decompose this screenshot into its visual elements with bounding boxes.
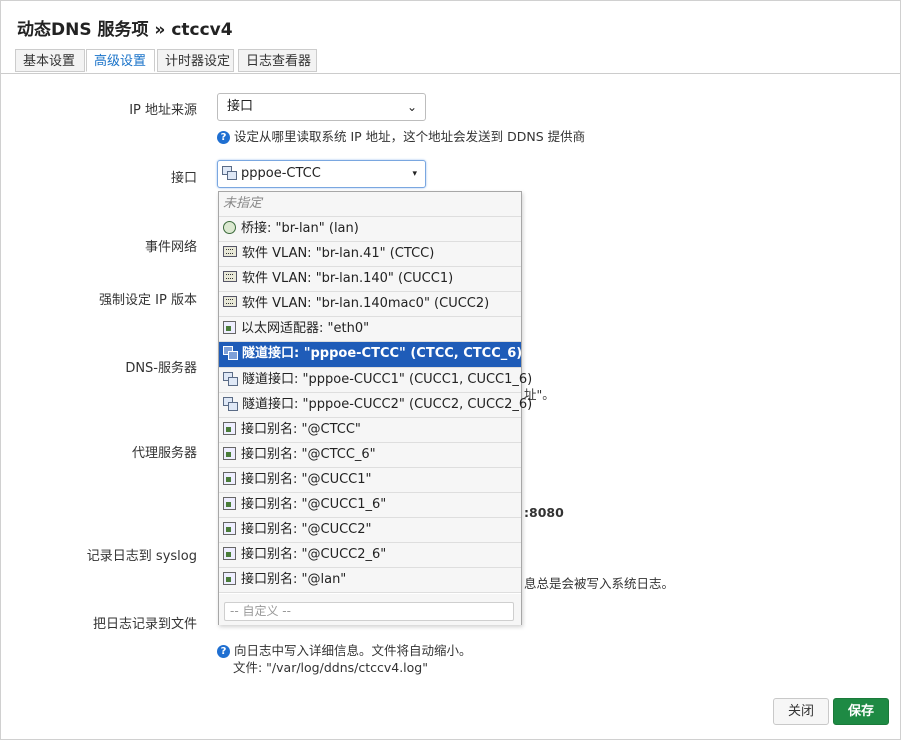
dropdown-option[interactable]: 桥接: "br-lan" (lan): [219, 217, 521, 242]
event-network-label: 事件网络: [144, 240, 197, 255]
logfile-label: 把日志记录到文件: [92, 617, 197, 632]
vlan-icon: [223, 246, 237, 257]
proxy-help-fragment: :8080: [524, 505, 564, 520]
dropdown-option[interactable]: 隧道接口: "pppoe-CUCC1" (CUCC1, CUCC1_6): [219, 368, 532, 393]
ip-source-select[interactable]: 接口 ⌄: [217, 93, 426, 121]
dropdown-option-unspecified[interactable]: 未指定: [219, 192, 521, 217]
ethernet-icon: [223, 321, 236, 334]
dropdown-option[interactable]: 软件 VLAN: "br-lan.140mac0" (CUCC2): [219, 292, 521, 317]
dropdown-option[interactable]: 接口别名: "@CTCC": [219, 418, 521, 443]
close-button[interactable]: 关闭: [773, 698, 829, 725]
tab-log-viewer[interactable]: 日志查看器: [238, 49, 317, 72]
vlan-icon: [223, 296, 237, 307]
interface-value: pppoe-CTCC: [241, 166, 321, 181]
syslog-label: 记录日志到 syslog: [86, 549, 197, 564]
dropdown-option[interactable]: 接口别名: "@CUCC2": [219, 518, 521, 543]
alias-icon: [223, 547, 236, 560]
dropdown-option[interactable]: 软件 VLAN: "br-lan.41" (CTCC): [219, 242, 521, 267]
syslog-help-fragment: 息总是会被写入系统日志。: [524, 576, 675, 591]
interface-select[interactable]: pppoe-CTCC ▾: [217, 160, 426, 188]
vlan-icon: [223, 271, 237, 282]
tunnel-icon: [223, 397, 238, 411]
proxy-server-label: 代理服务器: [131, 446, 197, 461]
dropdown-option[interactable]: 以太网适配器: "eth0": [219, 317, 521, 342]
dns-server-label: DNS-服务器: [125, 361, 197, 376]
logfile-path: 文件: "/var/log/ddns/ctccv4.log": [233, 660, 428, 675]
alias-icon: [223, 522, 236, 535]
tab-basic-settings[interactable]: 基本设置: [15, 49, 85, 72]
dropdown-option[interactable]: 接口别名: "@CUCC1": [219, 468, 521, 493]
alias-icon: [223, 472, 236, 485]
ip-source-value: 接口: [227, 99, 254, 114]
bridge-icon: [223, 221, 236, 234]
custom-value-input[interactable]: -- 自定义 --: [224, 602, 514, 621]
dropdown-option[interactable]: 接口别名: "@CUCC1_6": [219, 493, 521, 518]
tab-timer-settings[interactable]: 计时器设定: [157, 49, 234, 72]
help-icon: ?: [217, 645, 230, 658]
ip-source-label: IP 地址来源: [129, 103, 197, 118]
dropdown-option[interactable]: 接口别名: "@CTCC_6": [219, 443, 521, 468]
tunnel-icon: [223, 346, 238, 360]
alias-icon: [223, 572, 236, 585]
tab-advanced-settings[interactable]: 高级设置: [86, 49, 155, 72]
interface-label: 接口: [170, 171, 197, 186]
alias-icon: [223, 422, 236, 435]
force-ip-version-label: 强制设定 IP 版本: [99, 293, 197, 308]
chevron-down-icon: ⌄: [406, 100, 417, 114]
help-icon: ?: [217, 131, 230, 144]
tunnel-icon: [223, 372, 238, 386]
dropdown-option[interactable]: 接口别名: "@lan": [219, 568, 521, 593]
dialog: 动态DNS 服务项 » ctccv4 基本设置 高级设置 计时器设定 日志查看器…: [0, 0, 901, 740]
tunnel-icon: [222, 166, 237, 180]
interface-dropdown-list: 未指定 桥接: "br-lan" (lan) 软件 VLAN: "br-lan.…: [218, 191, 532, 625]
save-button[interactable]: 保存: [833, 698, 889, 725]
alias-icon: [223, 497, 236, 510]
alias-icon: [223, 447, 236, 460]
dialog-title: 动态DNS 服务项 » ctccv4: [17, 20, 233, 40]
custom-option-row: -- 自定义 --: [219, 594, 521, 625]
dropdown-option-selected[interactable]: 隧道接口: "pppoe-CTCC" (CTCC, CTCC_6): [219, 342, 522, 368]
caret-down-icon: ▾: [412, 169, 417, 179]
dropdown-option[interactable]: 接口别名: "@CUCC2_6": [219, 543, 521, 568]
tab-divider: [1, 73, 900, 74]
dropdown-option[interactable]: 软件 VLAN: "br-lan.140" (CUCC1): [219, 267, 521, 292]
dropdown-option[interactable]: 隧道接口: "pppoe-CUCC2" (CUCC2, CUCC2_6): [219, 393, 532, 418]
ip-source-help: ? 设定从哪里读取系统 IP 地址，这个地址会发送到 DDNS 提供商: [217, 126, 585, 145]
